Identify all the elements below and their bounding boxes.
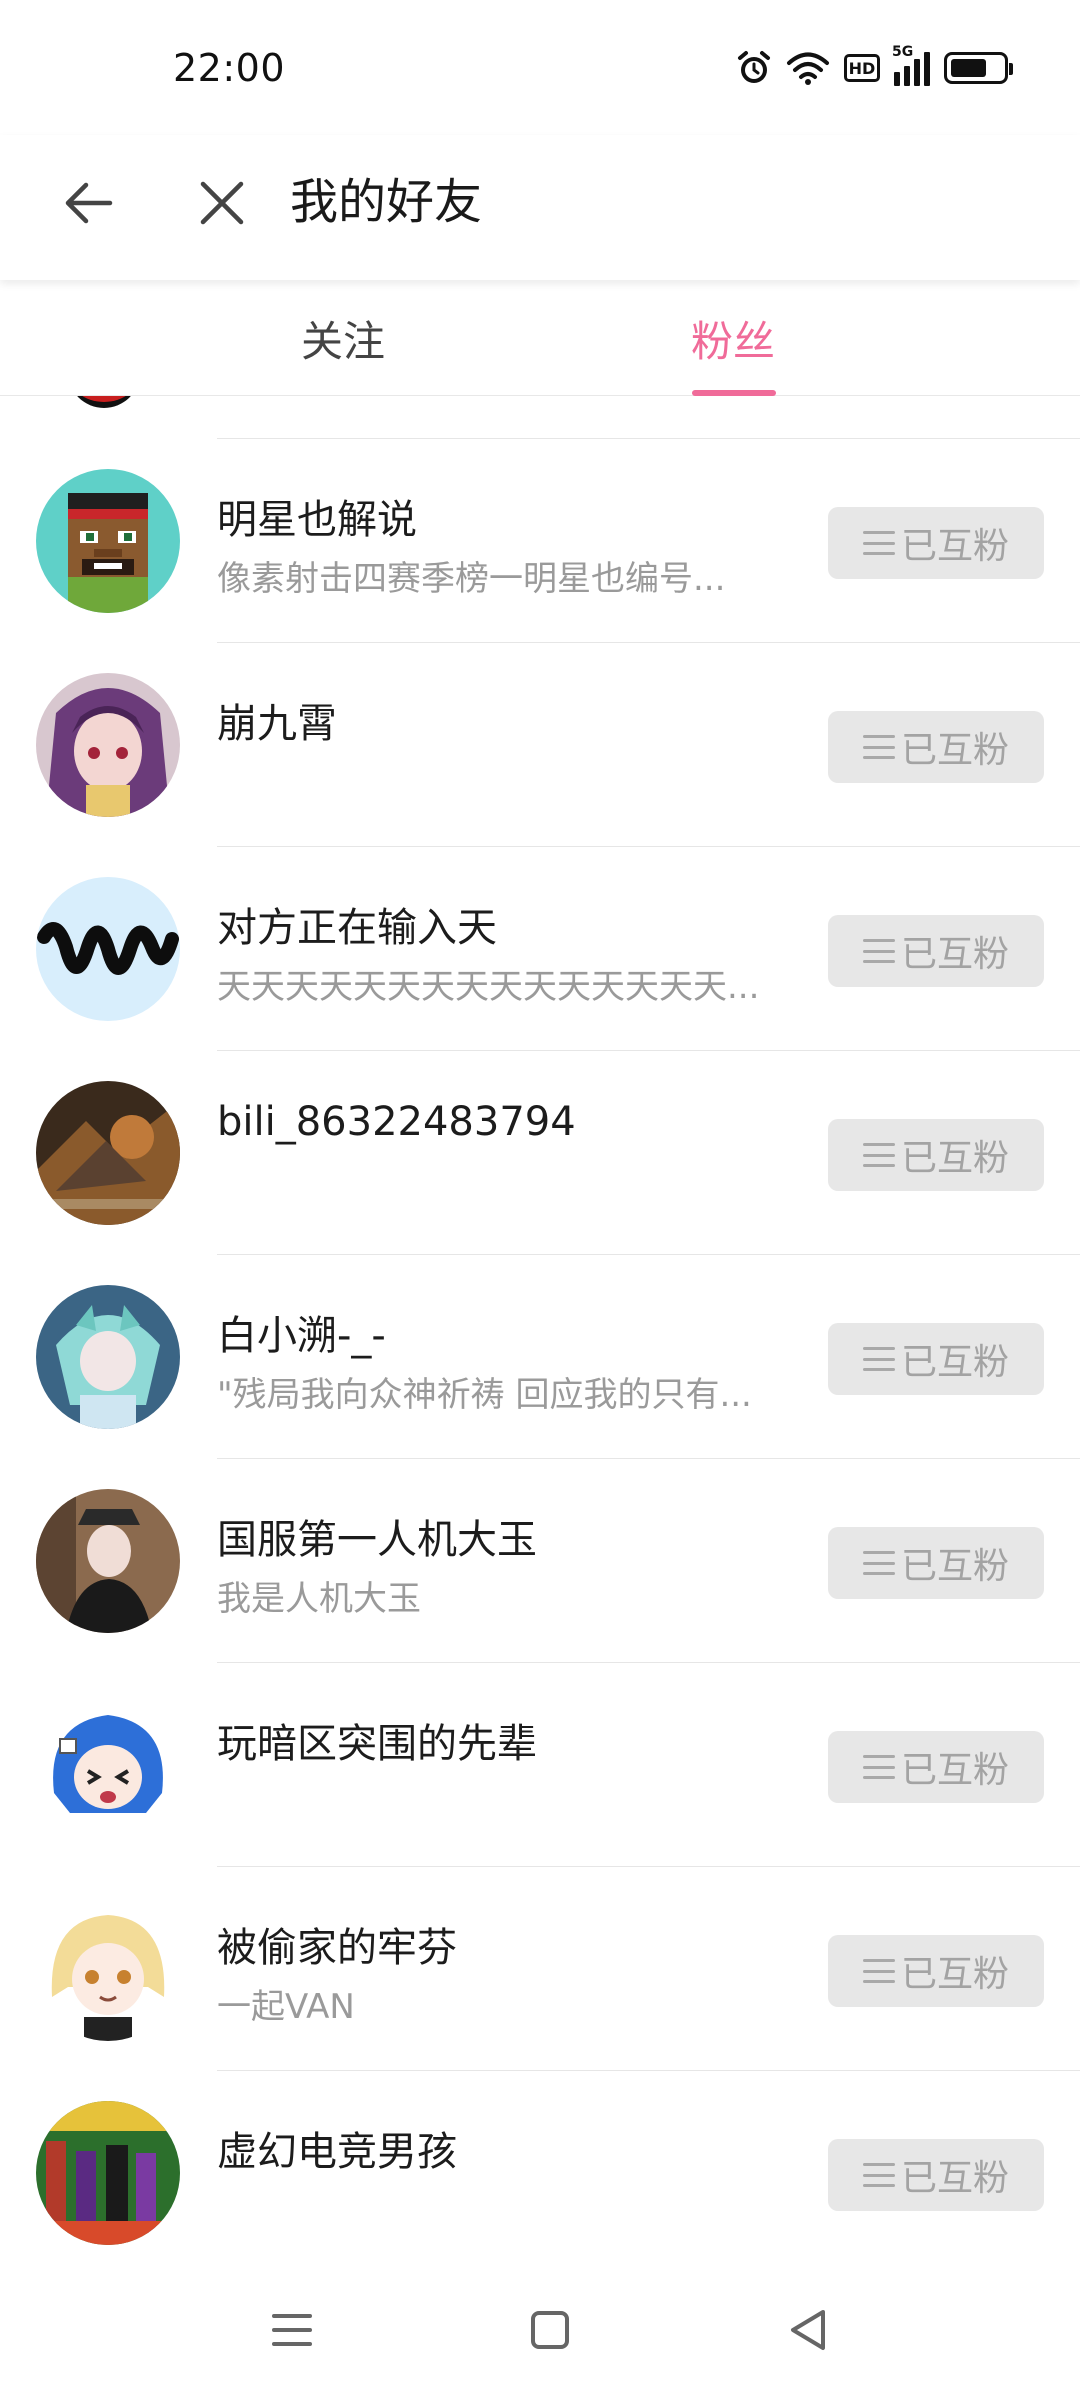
mutual-follow-button[interactable]: 已互粉 [828,507,1044,579]
back-triangle-icon[interactable] [778,2300,838,2360]
mutual-follow-button[interactable]: 已互粉 [828,1731,1044,1803]
mutual-follow-label: 已互粉 [900,526,1009,567]
mutual-follow-button[interactable]: 已互粉 [828,1935,1044,2007]
status-time: 22:00 [173,46,286,90]
user-signature: 我是人机大玉 [217,1579,421,1619]
user-name[interactable]: 虚幻电竞男孩 [217,2119,457,2177]
user-name[interactable]: 被偷家的牢芬 [217,1915,457,1973]
tab-bar: 关注 粉丝 [0,280,1080,396]
mutual-follow-button[interactable]: 已互粉 [828,711,1044,783]
close-icon[interactable] [182,163,262,243]
battery-icon [944,52,1013,84]
wifi-icon [786,50,830,86]
avatar[interactable] [36,469,180,613]
menu-icon [862,1143,895,1167]
list-item[interactable]: 对方正在输入天 天天天天天天天天天天天天天天天... 已互粉 [0,847,1080,1051]
status-bar: 22:00 HD 5G [0,0,1080,135]
mutual-follow-label: 已互粉 [900,1342,1009,1383]
list-item[interactable]: 虚幻电竞男孩 已互粉 [0,2071,1080,2260]
menu-icon [862,1755,895,1779]
menu-icon [862,1347,895,1371]
menu-icon [862,735,895,759]
avatar[interactable] [36,1285,180,1429]
mutual-follow-label: 已互粉 [900,2158,1009,2199]
avatar[interactable] [36,877,180,1021]
tab-indicator [692,390,776,396]
avatar[interactable] [36,2101,180,2245]
user-name[interactable]: bili_86322483794 [217,1099,576,1145]
hd-icon: HD [844,54,880,82]
mutual-follow-label: 已互粉 [900,1546,1009,1587]
avatar[interactable] [36,1081,180,1225]
mutual-follow-button[interactable]: 已互粉 [828,1527,1044,1599]
mutual-follow-label: 已互粉 [900,1954,1009,1995]
menu-icon[interactable] [262,2300,322,2360]
menu-icon [862,1551,895,1575]
avatar[interactable] [36,1897,180,2041]
fans-list: 明星也解说 像素射击四赛季榜一明星也编号... 已互粉 崩九霄 已互粉 对方正在… [0,396,1080,2260]
user-signature: 一起VAN [217,1987,355,2027]
alarm-icon [736,50,772,86]
menu-icon [862,1959,895,1983]
user-name[interactable]: 对方正在输入天 [217,895,497,953]
mutual-follow-label: 已互粉 [900,934,1009,975]
user-name[interactable]: 明星也解说 [217,487,417,545]
list-item[interactable]: 明星也解说 像素射击四赛季榜一明星也编号... 已互粉 [0,439,1080,643]
menu-icon [862,531,895,555]
user-signature: "残局我向众神祈祷 回应我的只有... [217,1375,752,1415]
mutual-follow-label: 已互粉 [900,730,1009,771]
user-name[interactable]: 国服第一人机大玉 [217,1507,537,1565]
header: 我的好友 [0,135,1080,280]
mutual-follow-button[interactable]: 已互粉 [828,1323,1044,1395]
avatar[interactable] [36,1489,180,1633]
mutual-follow-label: 已互粉 [900,1750,1009,1791]
avatar[interactable] [68,396,140,408]
avatar[interactable] [36,1693,180,1837]
arrow-left-icon[interactable] [48,163,128,243]
user-signature: 像素射击四赛季榜一明星也编号... [217,559,726,599]
home-square-icon[interactable] [520,2300,580,2360]
status-icons: HD 5G [736,44,1013,90]
system-nav-bar [0,2260,1080,2400]
user-name[interactable]: 白小溯-_- [217,1303,386,1361]
page-title: 我的好友 [290,174,483,230]
menu-icon [862,939,895,963]
list-item[interactable]: 被偷家的牢芬 一起VAN 已互粉 [0,1867,1080,2071]
list-item[interactable]: bili_86322483794 已互粉 [0,1051,1080,1255]
list-item[interactable]: 玩暗区突围的先辈 已互粉 [0,1663,1080,1867]
avatar[interactable] [36,673,180,817]
user-name[interactable]: 崩九霄 [217,691,337,749]
tab-follow[interactable]: 关注 [248,280,438,396]
mutual-follow-button[interactable]: 已互粉 [828,2139,1044,2211]
mutual-follow-button[interactable]: 已互粉 [828,915,1044,987]
network-label: 5G [892,44,914,60]
user-name[interactable]: 玩暗区突围的先辈 [217,1711,537,1769]
menu-icon [862,2163,895,2187]
list-item[interactable]: 国服第一人机大玉 我是人机大玉 已互粉 [0,1459,1080,1663]
tab-fans[interactable]: 粉丝 [638,280,828,396]
list-item[interactable]: 崩九霄 已互粉 [0,643,1080,847]
mutual-follow-label: 已互粉 [900,1138,1009,1179]
mutual-follow-button[interactable]: 已互粉 [828,1119,1044,1191]
user-signature: 天天天天天天天天天天天天天天天... [217,967,757,1007]
5g-signal-icon: 5G [892,44,930,86]
list-item[interactable]: 白小溯-_- "残局我向众神祈祷 回应我的只有... 已互粉 [0,1255,1080,1459]
